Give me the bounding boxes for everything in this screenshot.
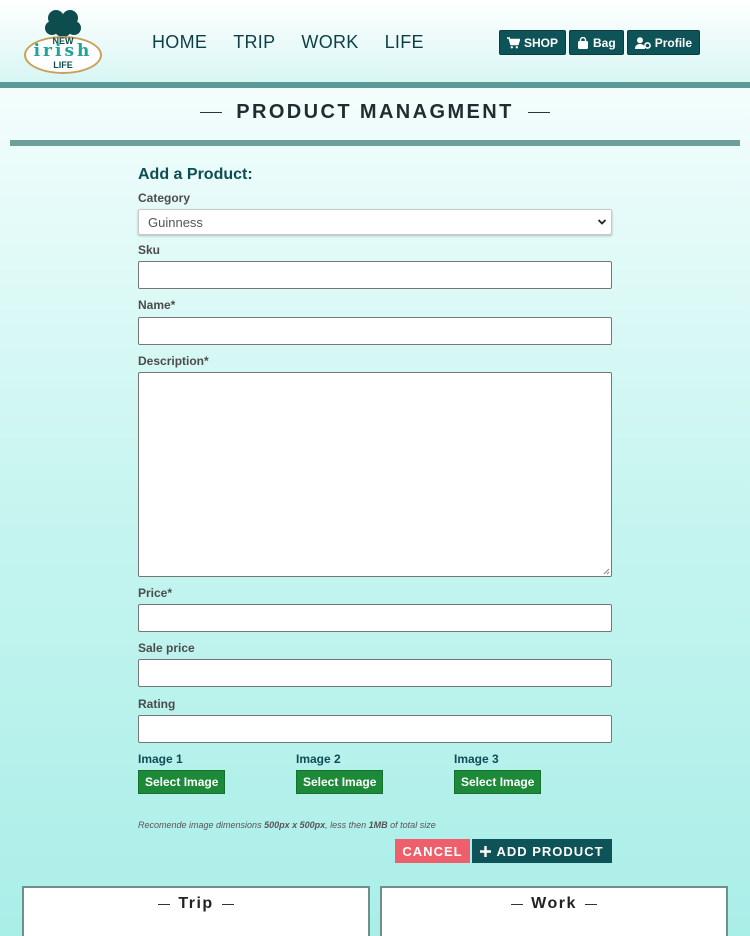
resize-handle-icon [603,568,610,575]
image-3-select-button[interactable]: Select Image [454,770,542,794]
hint-suffix: of total size [387,820,436,830]
work-card[interactable]: Work [380,886,728,936]
work-card-title-row: Work [382,895,726,913]
trip-card-title-row: Trip [24,895,368,913]
card-dash-right [221,903,234,905]
image-1-select-button[interactable]: Select Image [138,770,226,794]
card-dash-left [511,903,524,905]
name-input[interactable] [138,317,612,345]
category-select[interactable]: Guinness [138,209,612,235]
image-1-label: Image 1 [138,752,183,766]
brand-logo[interactable]: NEW irish LIFE [22,8,104,76]
site-header: NEW irish LIFE HOME TRIP WORK LIFE SHOP … [0,0,750,82]
card-dash-right [584,903,597,905]
form-heading: Add a Product: [138,166,253,183]
hint-size: 1MB [368,820,388,830]
name-label: Name* [138,298,176,312]
image-2-select-button[interactable]: Select Image [296,770,384,794]
page-title-row: PRODUCT MANAGMENT [0,101,750,124]
add-product-form: Add a Product: Category Guinness Sku Nam… [138,166,612,863]
header-divider [0,82,750,88]
user-cog-icon [634,36,651,49]
description-textarea[interactable] [138,372,612,577]
title-rule [10,140,740,146]
title-dash-right [527,112,550,113]
chevron-down-icon [597,219,607,225]
logo-life: LIFE [53,60,73,70]
shop-label: SHOP [524,35,559,50]
price-label: Price* [138,586,173,600]
card-dash-left [158,903,171,905]
category-value: Guinness [148,215,203,230]
image-2-label: Image 2 [296,752,341,766]
nav-home[interactable]: HOME [152,32,207,53]
profile-label: Profile [654,35,693,50]
trip-card[interactable]: Trip [22,886,370,936]
bag-label: Bag [593,35,616,50]
bag-icon [578,36,589,49]
image-hint: Recomende image dimensions 500px x 500px… [138,820,436,830]
page-title: PRODUCT MANAGMENT [236,101,514,123]
logo-irish: irish [33,41,93,61]
sku-input[interactable] [138,261,612,289]
title-dash-left [200,112,223,113]
nav-trip[interactable]: TRIP [233,32,275,53]
cart-icon [507,36,520,48]
description-label: Description* [138,354,209,368]
add-product-button[interactable]: ADD PRODUCT [472,839,612,863]
image-3-label: Image 3 [454,752,499,766]
hint-middle: , less then [325,820,369,830]
category-label: Category [138,191,191,205]
plus-icon [480,845,492,857]
image-1-group: Image 1 Select Image [138,752,226,794]
hint-prefix: Recomende image dimensions [138,820,265,830]
bag-button[interactable]: Bag [569,30,624,55]
cancel-button[interactable]: CANCEL [395,839,470,863]
image-3-group: Image 3 Select Image [454,752,542,794]
price-input[interactable] [138,604,612,632]
shop-button[interactable]: SHOP [499,30,567,55]
work-card-title: Work [531,895,577,912]
image-2-group: Image 2 Select Image [296,752,384,794]
sale-price-label: Sale price [138,641,195,655]
add-product-label: ADD PRODUCT [496,843,604,859]
rating-input[interactable] [138,715,612,743]
trip-card-title: Trip [178,895,214,912]
sale-price-input[interactable] [138,659,612,687]
main-nav: HOME TRIP WORK LIFE [152,32,450,53]
header-buttons: SHOP Bag Profile [499,30,701,55]
nav-life[interactable]: LIFE [385,32,424,53]
hint-dims: 500px x 500px [264,820,326,830]
profile-button[interactable]: Profile [626,30,701,55]
rating-label: Rating [138,697,176,711]
sku-label: Sku [138,243,161,257]
nav-work[interactable]: WORK [301,32,358,53]
